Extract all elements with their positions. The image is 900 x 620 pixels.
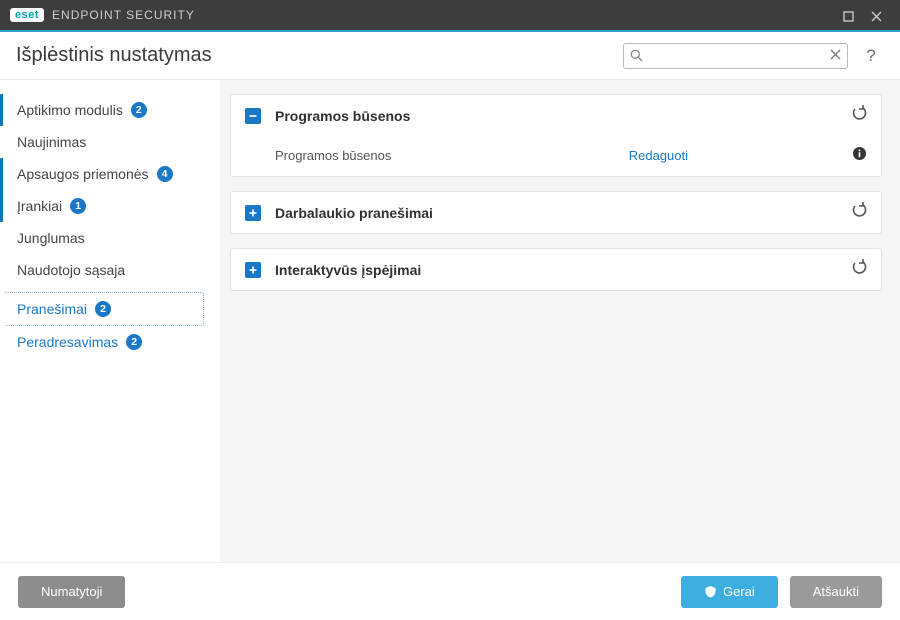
ok-button[interactable]: Gerai [681, 576, 778, 608]
sidebar-item-tools[interactable]: Įrankiai 1 [0, 190, 210, 222]
sidebar-badge: 2 [131, 102, 147, 118]
clear-search-icon[interactable] [830, 47, 841, 65]
collapse-icon[interactable] [245, 108, 261, 124]
sidebar-item-detection[interactable]: Aptikimo modulis 2 [0, 94, 210, 126]
sidebar-item-label: Peradresavimas [17, 334, 118, 350]
sidebar-item-protections[interactable]: Apsaugos priemonės 4 [0, 158, 210, 190]
sidebar-item-label: Naujinimas [17, 134, 86, 150]
search-input[interactable] [643, 49, 830, 63]
sidebar-badge: 1 [70, 198, 86, 214]
panel-title: Programos būsenos [275, 108, 410, 124]
sidebar-item-label: Įrankiai [17, 198, 62, 214]
page-title: Išplėstinis nustatymas [16, 44, 212, 67]
header: Išplėstinis nustatymas ? [0, 32, 900, 80]
brand: eset ENDPOINT SECURITY [10, 8, 195, 22]
sidebar-item-ui[interactable]: Naudotojo sąsaja [0, 254, 210, 286]
main-content: Programos būsenos Programos būsenos Reda… [220, 80, 900, 562]
sidebar-sub-notifications[interactable]: Pranešimai 2 [4, 292, 204, 326]
window-close-button[interactable] [862, 8, 890, 23]
sidebar-badge: 4 [157, 166, 173, 182]
search-box[interactable] [623, 43, 848, 69]
button-label: Atšaukti [813, 584, 859, 599]
button-label: Gerai [723, 584, 755, 599]
panel-interactive-alerts: Interaktyvūs įspėjimai [230, 248, 882, 291]
panel-app-statuses: Programos būsenos Programos būsenos Reda… [230, 94, 882, 177]
sidebar-item-connectivity[interactable]: Junglumas [0, 222, 210, 254]
window-maximize-button[interactable] [834, 8, 862, 23]
sidebar-item-label: Apsaugos priemonės [17, 166, 149, 182]
revert-icon[interactable] [851, 202, 867, 223]
info-icon[interactable] [852, 146, 867, 164]
help-button[interactable]: ? [860, 46, 882, 66]
titlebar: eset ENDPOINT SECURITY [0, 0, 900, 30]
sidebar-item-label: Junglumas [17, 230, 85, 246]
sidebar-badge: 2 [126, 334, 142, 350]
sidebar-item-update[interactable]: Naujinimas [0, 126, 210, 158]
edit-link[interactable]: Redaguoti [629, 148, 688, 163]
defaults-button[interactable]: Numatytoji [18, 576, 125, 608]
expand-icon[interactable] [245, 262, 261, 278]
sidebar-item-label: Pranešimai [17, 301, 87, 317]
cancel-button[interactable]: Atšaukti [790, 576, 882, 608]
panel-header[interactable]: Interaktyvūs įspėjimai [231, 249, 881, 290]
shield-icon [704, 585, 717, 598]
button-label: Numatytoji [41, 584, 102, 599]
sidebar-item-label: Aptikimo modulis [17, 102, 123, 118]
search-icon [630, 49, 643, 62]
sidebar-sub-forwarding[interactable]: Peradresavimas 2 [0, 326, 210, 358]
brand-logo: eset [10, 8, 44, 22]
revert-icon[interactable] [851, 259, 867, 280]
panel-desktop-notifications: Darbalaukio pranešimai [230, 191, 882, 234]
panel-title: Darbalaukio pranešimai [275, 205, 433, 221]
revert-icon[interactable] [851, 105, 867, 126]
sidebar-badge: 2 [95, 301, 111, 317]
sidebar-item-label: Naudotojo sąsaja [17, 262, 125, 278]
panel-row: Programos būsenos Redaguoti [231, 136, 881, 176]
panel-title: Interaktyvūs įspėjimai [275, 262, 421, 278]
sidebar: Aptikimo modulis 2 Naujinimas Apsaugos p… [0, 80, 220, 562]
footer: Numatytoji Gerai Atšaukti [0, 562, 900, 620]
panel-header[interactable]: Programos būsenos [231, 95, 881, 136]
row-label: Programos būsenos [275, 148, 391, 163]
panel-header[interactable]: Darbalaukio pranešimai [231, 192, 881, 233]
brand-product: ENDPOINT SECURITY [52, 8, 195, 22]
expand-icon[interactable] [245, 205, 261, 221]
